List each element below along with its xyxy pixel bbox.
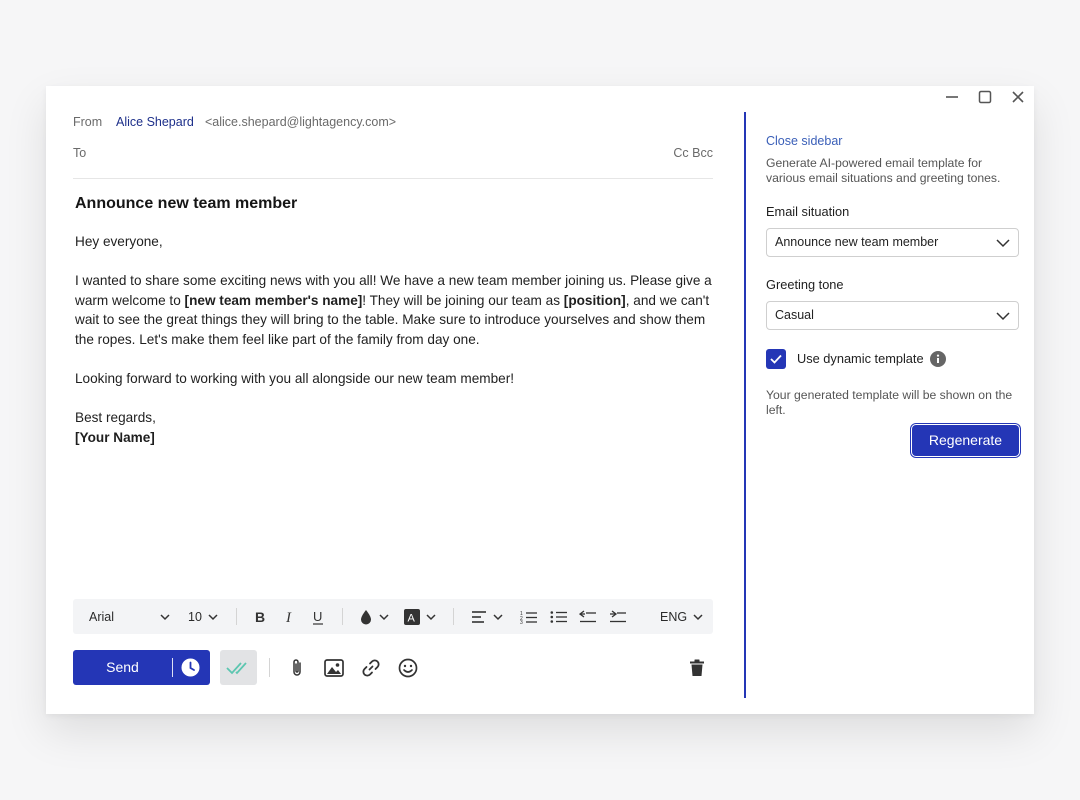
svg-text:A: A <box>408 612 416 624</box>
insert-image-button[interactable] <box>322 656 346 680</box>
info-icon <box>930 351 946 367</box>
image-icon <box>324 659 344 677</box>
body-signoff: Best regards, <box>75 410 156 426</box>
to-label: To <box>73 146 87 160</box>
italic-icon: I <box>285 610 292 625</box>
underline-button[interactable]: U <box>310 599 326 634</box>
toolbar-divider <box>342 608 343 625</box>
font-size-value: 10 <box>188 609 202 624</box>
send-label: Send <box>106 659 139 675</box>
delete-draft-button[interactable] <box>685 656 709 680</box>
font-size-select[interactable]: 10 <box>188 599 219 634</box>
font-family-select[interactable]: Arial <box>89 599 173 634</box>
svg-text:B: B <box>255 609 265 625</box>
text-color-select[interactable] <box>359 599 390 634</box>
chevron-down-icon <box>996 239 1010 248</box>
email-situation-select[interactable]: Announce new team member <box>766 228 1019 257</box>
chevron-down-icon <box>693 613 703 620</box>
actions-divider <box>269 658 270 677</box>
body-signature: [Your Name] <box>75 428 720 448</box>
body-text: ! They will be joining our team as <box>362 292 564 308</box>
generated-template-note: Your generated template will be shown on… <box>766 388 1013 417</box>
greeting-tone-value: Casual <box>775 308 814 322</box>
bullet-list-button[interactable] <box>550 599 568 634</box>
sender-email: <alice.shepard@lightagency.com> <box>205 115 397 129</box>
toolbar-divider <box>236 608 237 625</box>
trash-icon <box>690 659 704 676</box>
chevron-down-icon <box>493 613 503 620</box>
send-button[interactable]: Send <box>73 650 210 685</box>
sidebar-description: Generate AI-powered email template for v… <box>766 156 1001 185</box>
greeting-tone-select[interactable]: Casual <box>766 301 1019 330</box>
placeholder-member-name: [new team member's name] <box>184 292 363 308</box>
regenerate-button[interactable]: Regenerate <box>912 425 1019 456</box>
dynamic-template-checkbox[interactable] <box>766 349 786 369</box>
header-divider <box>73 178 713 179</box>
attach-button[interactable] <box>285 656 309 680</box>
email-situation-value: Announce new team member <box>775 235 939 249</box>
placeholder-position: [position] <box>563 292 626 308</box>
sidebar-divider <box>744 112 746 698</box>
dynamic-template-label: Use dynamic template <box>797 351 924 366</box>
email-subject[interactable]: Announce new team member <box>75 195 297 213</box>
body-paragraph-2: Looking forward to working with you all … <box>75 371 514 387</box>
outdent-icon <box>579 609 596 622</box>
text-highlight-icon: A <box>404 608 420 625</box>
from-label: From <box>73 115 103 129</box>
compose-pane: From Alice Shepard <alice.shepard@lighta… <box>73 86 713 714</box>
numbered-list-icon: 123 <box>520 611 537 624</box>
chevron-down-icon <box>208 613 218 620</box>
language-select[interactable]: ENG <box>660 599 704 634</box>
numbered-list-button[interactable]: 123 <box>520 599 538 634</box>
align-left-icon <box>472 610 486 623</box>
indent-button[interactable] <box>609 599 627 634</box>
read-receipt-toggle[interactable] <box>220 650 257 685</box>
ai-template-sidebar: Close sidebar Generate AI-powered email … <box>766 86 1019 714</box>
indent-icon <box>610 609 626 622</box>
chevron-down-icon <box>379 613 389 620</box>
bullet-list-icon <box>550 610 567 623</box>
insert-link-button[interactable] <box>359 656 383 680</box>
placeholder-your-name: [Your Name] <box>75 429 155 445</box>
body-greeting: Hey everyone, <box>75 234 163 249</box>
checkmark-icon <box>770 354 782 364</box>
send-divider <box>172 658 173 677</box>
highlight-color-select[interactable]: A <box>404 599 437 634</box>
email-body[interactable]: Hey everyone, I wanted to share some exc… <box>75 232 720 448</box>
schedule-clock-icon <box>181 658 200 677</box>
underline-icon: U <box>313 609 323 625</box>
color-drop-icon <box>361 609 371 624</box>
info-button[interactable] <box>930 351 946 372</box>
italic-button[interactable]: I <box>282 599 298 634</box>
email-situation-label: Email situation <box>766 204 850 219</box>
email-compose-window: From Alice Shepard <alice.shepard@lighta… <box>46 86 1034 714</box>
insert-emoji-button[interactable] <box>396 656 420 680</box>
body-paragraph-1: I wanted to share some exciting news wit… <box>75 271 720 349</box>
dynamic-template-row: Use dynamic template <box>766 349 1019 369</box>
svg-text:U: U <box>313 609 322 624</box>
double-check-icon <box>225 661 247 674</box>
bold-icon: B <box>255 609 265 625</box>
chevron-down-icon <box>160 613 170 620</box>
formatting-toolbar: Arial 10 B I U A 1 2 3 ENG <box>73 599 713 634</box>
schedule-send-button[interactable] <box>181 658 200 682</box>
chevron-down-icon <box>996 312 1010 321</box>
close-sidebar-link[interactable]: Close sidebar <box>766 134 842 148</box>
svg-text:3: 3 <box>520 620 523 624</box>
sender-name[interactable]: Alice Shepard <box>116 115 194 129</box>
svg-text:I: I <box>285 610 292 625</box>
outdent-button[interactable] <box>579 599 597 634</box>
attachment-icon <box>293 659 301 676</box>
greeting-tone-label: Greeting tone <box>766 277 844 292</box>
cc-bcc-toggle[interactable]: Cc Bcc <box>673 146 713 160</box>
font-family-value: Arial <box>89 609 115 624</box>
toolbar-divider <box>453 608 454 625</box>
language-value: ENG <box>660 609 688 624</box>
bold-button[interactable]: B <box>252 599 268 634</box>
link-icon <box>362 659 380 677</box>
chevron-down-icon <box>426 613 436 620</box>
align-select[interactable] <box>471 599 504 634</box>
emoji-icon <box>398 658 418 678</box>
